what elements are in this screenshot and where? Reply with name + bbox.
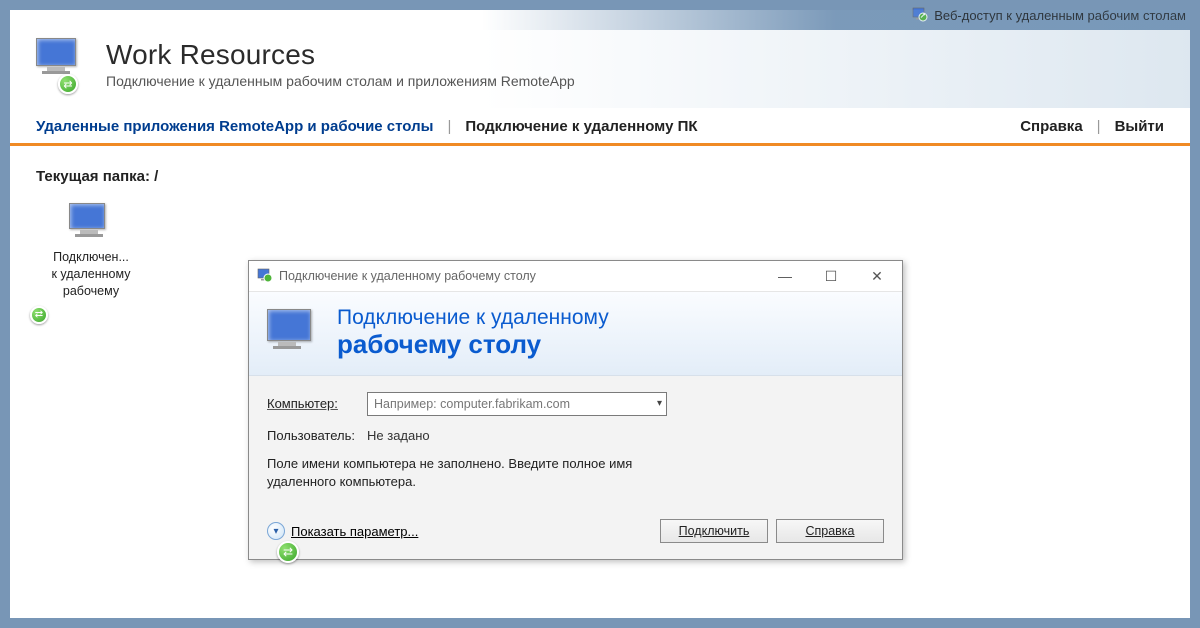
- dialog-body: Компьютер: Например: computer.fabrikam.c…: [249, 376, 902, 515]
- app-item-label-line2: к удаленному: [36, 266, 146, 283]
- remote-desktop-app-item[interactable]: ⇄ Подключен... к удаленному рабочему: [36, 203, 146, 300]
- dialog-header: ⇄ Подключение к удаленному рабочему стол…: [249, 291, 902, 376]
- page-header: ⇄ Work Resources Подключение к удаленным…: [10, 10, 1190, 108]
- rdc-logo-icon: ⇄: [267, 309, 321, 355]
- maximize-button[interactable]: ☐: [808, 262, 854, 290]
- page-subtitle: Подключение к удаленным рабочим столам и…: [106, 73, 575, 89]
- chevron-down-icon: ▾: [657, 398, 662, 409]
- computer-label: Компьютер:: [267, 396, 367, 411]
- chevron-down-icon: ▾: [267, 522, 285, 540]
- minimize-button[interactable]: —: [762, 262, 808, 290]
- rdc-dialog: Подключение к удаленному рабочему столу …: [248, 260, 903, 560]
- user-value: Не задано: [367, 428, 430, 443]
- work-resources-icon: ⇄: [36, 38, 88, 90]
- dialog-title-line2: рабочему столу: [337, 330, 609, 359]
- remote-desktop-icon: ⇄: [69, 203, 113, 243]
- user-label: Пользователь:: [267, 428, 367, 443]
- computer-placeholder: Например: computer.fabrikam.com: [374, 397, 570, 411]
- rdp-icon: [257, 268, 273, 284]
- connect-button[interactable]: Подключить: [660, 519, 768, 543]
- help-button[interactable]: Справка: [776, 519, 884, 543]
- close-button[interactable]: ✕: [854, 262, 900, 290]
- dialog-title-line1: Подключение к удаленному: [337, 306, 609, 330]
- app-item-label-line3: рабочему: [36, 283, 146, 300]
- nav-help[interactable]: Справка: [1020, 118, 1082, 135]
- dialog-titlebar[interactable]: Подключение к удаленному рабочему столу …: [249, 261, 902, 291]
- dialog-window-title: Подключение к удаленному рабочему столу: [279, 269, 536, 283]
- nav-bar: Удаленные приложения RemoteApp и рабочие…: [10, 108, 1190, 146]
- current-folder-label: Текущая папка: /: [36, 168, 1164, 185]
- nav-separator: |: [1097, 118, 1101, 135]
- nav-separator: |: [447, 118, 451, 135]
- show-options-toggle[interactable]: ▾ Показать параметр...: [267, 522, 418, 540]
- nav-remoteapps[interactable]: Удаленные приложения RemoteApp и рабочие…: [36, 118, 433, 135]
- show-options-label: Показать параметр...: [291, 524, 418, 539]
- computer-combobox[interactable]: Например: computer.fabrikam.com ▾: [367, 392, 667, 416]
- dialog-footer: ▾ Показать параметр... Подключить Справк…: [249, 515, 902, 559]
- nav-signout[interactable]: Выйти: [1115, 118, 1164, 135]
- app-item-label-line1: Подключен...: [36, 249, 146, 266]
- nav-connect-pc[interactable]: Подключение к удаленному ПК: [465, 118, 697, 135]
- page-title: Work Resources: [106, 39, 575, 71]
- computer-hint: Поле имени компьютера не заполнено. Введ…: [267, 455, 687, 491]
